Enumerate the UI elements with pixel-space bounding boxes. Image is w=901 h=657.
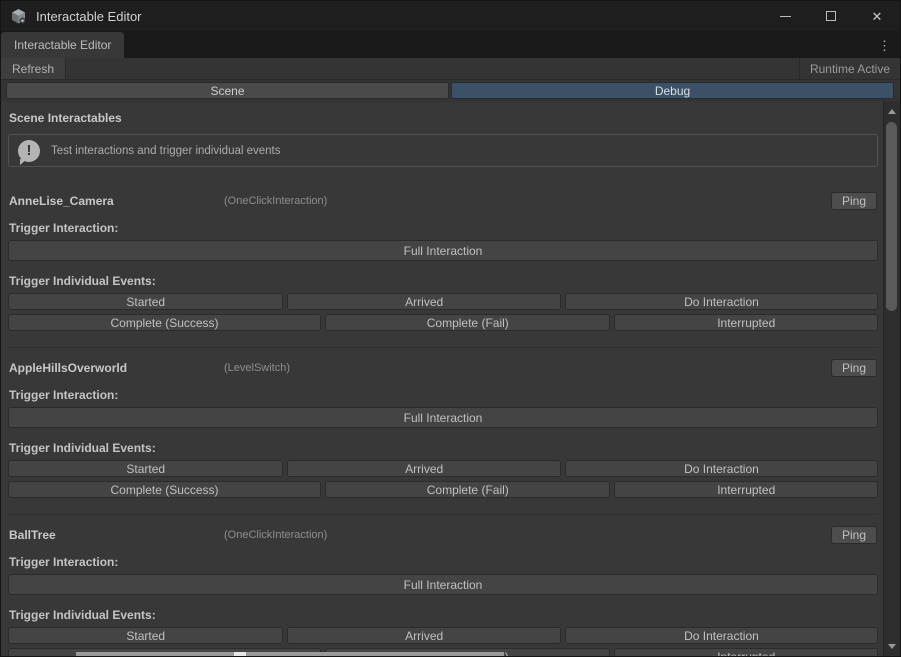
do-interaction-button[interactable]: Do Interaction (565, 627, 878, 644)
ping-button[interactable]: Ping (831, 359, 877, 377)
interactable-type: (OneClickInteraction) (224, 529, 327, 541)
toolbar: Refresh Runtime Active (1, 58, 900, 80)
complete-fail-button[interactable]: Complete (Fail) (325, 481, 610, 498)
events-row-2: Complete (Success) Complete (Fail) Inter… (8, 481, 878, 498)
maximize-button[interactable] (808, 1, 854, 31)
ping-button[interactable]: Ping (831, 192, 877, 210)
minimize-icon (780, 16, 791, 17)
scroll-down-button[interactable] (884, 638, 900, 654)
arrived-button[interactable]: Arrived (287, 627, 560, 644)
section-header: AppleHillsOverworld (LevelSwitch) Ping (8, 359, 878, 378)
vertical-scrollbar[interactable] (883, 101, 900, 656)
close-button[interactable]: ✕ (854, 1, 900, 31)
partial-next-row (76, 652, 504, 656)
ping-button[interactable]: Ping (831, 526, 877, 544)
panel-heading: Scene Interactables (9, 111, 878, 125)
tab-strip: Interactable Editor ⋮ (1, 31, 900, 58)
events-row-1: Started Arrived Do Interaction (8, 627, 878, 644)
full-interaction-button[interactable]: Full Interaction (8, 574, 878, 595)
events-row-1: Started Arrived Do Interaction (8, 293, 878, 310)
interrupted-button[interactable]: Interrupted (614, 314, 878, 331)
events-row-1: Started Arrived Do Interaction (8, 460, 878, 477)
scene-interactables-panel: Scene Interactables ! Test interactions … (1, 101, 883, 656)
minimize-button[interactable] (762, 1, 808, 31)
tab-menu-kebab-icon[interactable]: ⋮ (878, 38, 900, 58)
info-bubble-icon: ! (18, 140, 40, 162)
scroll-up-button[interactable] (884, 103, 900, 119)
interactable-section: AnneLise_Camera (OneClickInteraction) Pi… (8, 181, 878, 347)
interactable-type: (OneClickInteraction) (224, 195, 327, 207)
window-controls: ✕ (762, 1, 900, 31)
titlebar: Interactable Editor ✕ (1, 1, 900, 31)
maximize-icon (826, 11, 836, 21)
trigger-individual-events-label: Trigger Individual Events: (9, 608, 878, 622)
section-header: AnneLise_Camera (OneClickInteraction) Pi… (8, 192, 878, 211)
interactable-section: AppleHillsOverworld (LevelSwitch) Ping T… (8, 347, 878, 514)
help-text: Test interactions and trigger individual… (51, 145, 281, 157)
started-button[interactable]: Started (8, 460, 283, 477)
refresh-label: Refresh (12, 62, 54, 76)
arrived-button[interactable]: Arrived (287, 293, 560, 310)
events-row-2: Complete (Success) Complete (Fail) Inter… (8, 314, 878, 331)
tab-interactable-editor[interactable]: Interactable Editor (1, 32, 124, 58)
window-title: Interactable Editor (36, 9, 142, 24)
close-icon: ✕ (872, 10, 883, 23)
interactable-editor-window: Interactable Editor ✕ Interactable Edito… (0, 0, 901, 657)
scroll-up-icon (888, 109, 896, 114)
scrollbar-thumb[interactable] (886, 122, 897, 311)
trigger-interaction-label: Trigger Interaction: (9, 221, 878, 235)
help-box: ! Test interactions and trigger individu… (8, 134, 878, 167)
complete-fail-button[interactable]: Complete (Fail) (325, 314, 610, 331)
interactable-name: AppleHillsOverworld (9, 361, 127, 375)
tab-label: Interactable Editor (14, 38, 111, 52)
interactable-name: BallTree (9, 528, 56, 542)
scene-toggle-button[interactable]: Scene (6, 82, 449, 99)
partial-next-row-highlight (234, 652, 246, 656)
interrupted-button[interactable]: Interrupted (614, 481, 878, 498)
interrupted-button[interactable]: Interrupted (614, 648, 878, 656)
refresh-button[interactable]: Refresh (1, 58, 66, 79)
debug-toggle-button[interactable]: Debug (451, 82, 894, 99)
started-button[interactable]: Started (8, 627, 283, 644)
interactable-name: AnneLise_Camera (9, 194, 114, 208)
scroll-down-icon (888, 644, 896, 649)
started-button[interactable]: Started (8, 293, 283, 310)
trigger-individual-events-label: Trigger Individual Events: (9, 441, 878, 455)
full-interaction-button[interactable]: Full Interaction (8, 407, 878, 428)
view-mode-toggle: Scene Debug (1, 80, 900, 102)
trigger-individual-events-label: Trigger Individual Events: (9, 274, 878, 288)
arrived-button[interactable]: Arrived (287, 460, 560, 477)
runtime-active-label: Runtime Active (799, 58, 900, 79)
full-interaction-button[interactable]: Full Interaction (8, 240, 878, 261)
unity-cube-icon (10, 8, 27, 25)
complete-success-button[interactable]: Complete (Success) (8, 481, 321, 498)
complete-success-button[interactable]: Complete (Success) (8, 314, 321, 331)
interactable-section: BallTree (OneClickInteraction) Ping Trig… (8, 514, 878, 656)
do-interaction-button[interactable]: Do Interaction (565, 293, 878, 310)
section-header: BallTree (OneClickInteraction) Ping (8, 526, 878, 545)
trigger-interaction-label: Trigger Interaction: (9, 388, 878, 402)
trigger-interaction-label: Trigger Interaction: (9, 555, 878, 569)
interactable-type: (LevelSwitch) (224, 362, 290, 374)
do-interaction-button[interactable]: Do Interaction (565, 460, 878, 477)
